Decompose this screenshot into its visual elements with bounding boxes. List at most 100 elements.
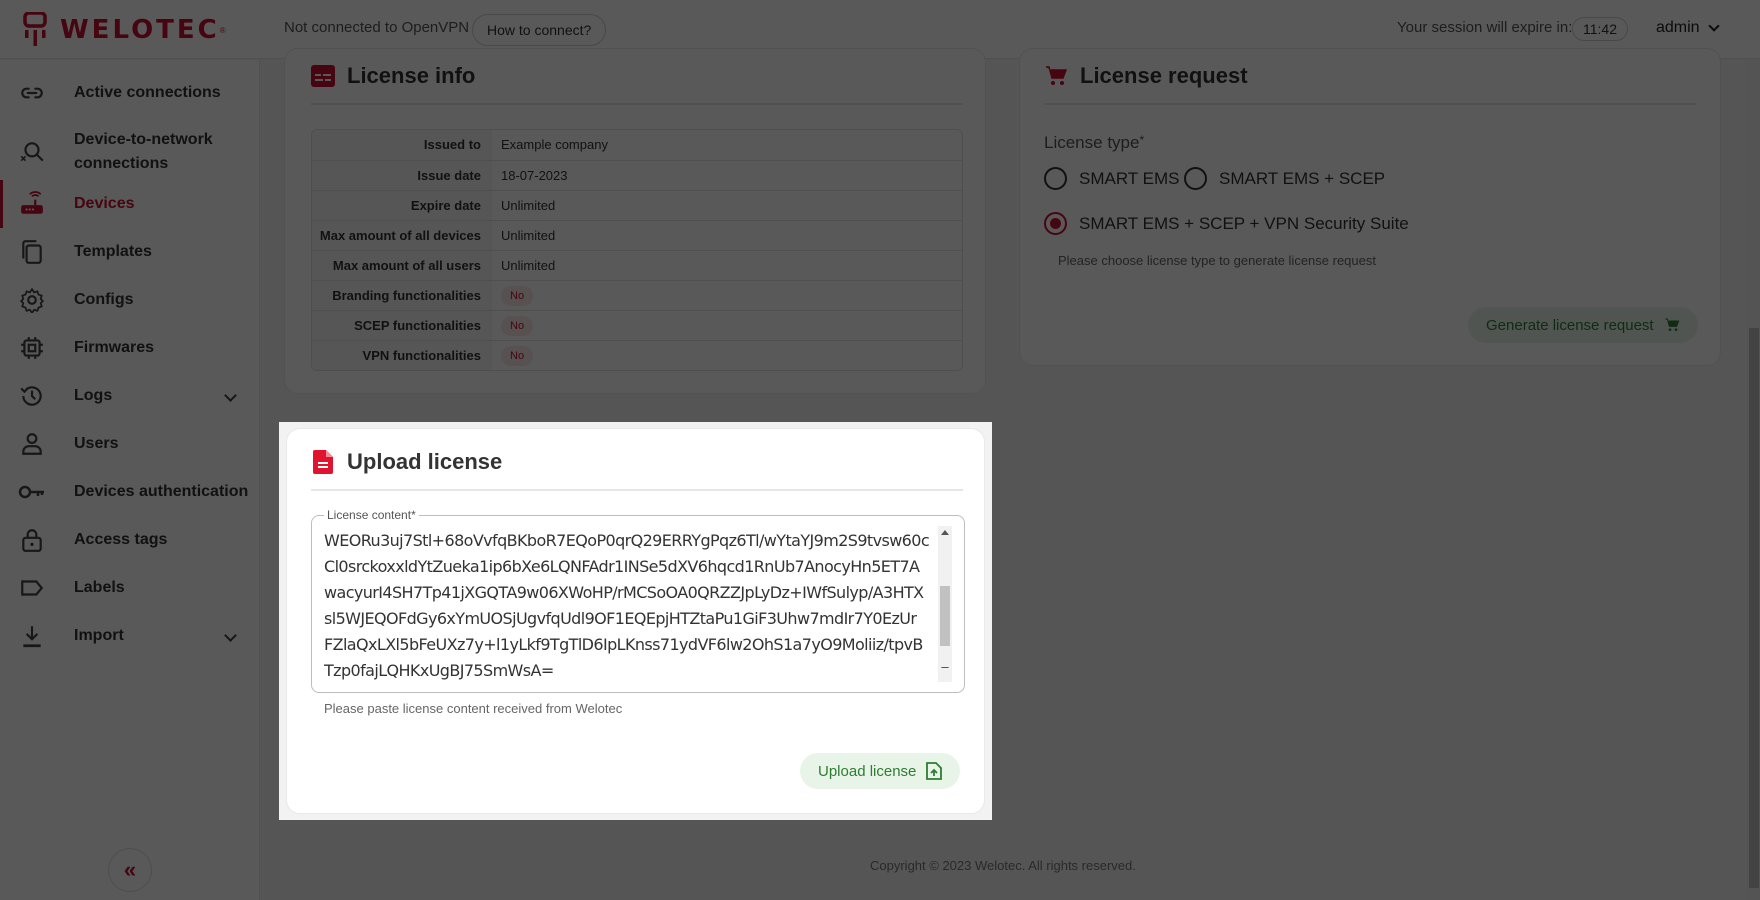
upload-license-button[interactable]: Upload license [800, 753, 961, 789]
upload-license-card: Upload license License content* WEORu3uj… [286, 428, 985, 814]
status-badge: No [501, 315, 534, 336]
sidebar-item-firmwares[interactable]: Firmwares [0, 324, 260, 372]
history-icon [18, 382, 46, 410]
radio-label: SMART EMS + SCEP [1219, 168, 1386, 188]
key-icon [18, 478, 46, 506]
gear-icon [18, 286, 46, 314]
generate-license-request-button[interactable]: Generate license request [1468, 307, 1698, 343]
sidebar-item-logs[interactable]: Logs [0, 372, 260, 420]
sidebar-item-labels[interactable]: Labels [0, 564, 260, 612]
chevron-down-icon [1707, 19, 1720, 32]
license-request-title: License request [1080, 63, 1248, 88]
user-menu[interactable]: admin [1656, 19, 1720, 37]
chevron-down-icon [224, 389, 237, 402]
registered-mark: ® [219, 25, 226, 35]
table-row: Max amount of all users Unlimited [312, 250, 962, 280]
sidebar-item-devices[interactable]: Devices [0, 180, 260, 228]
file-icon [311, 450, 335, 474]
row-value: 18-07-2023 [501, 167, 568, 183]
sidebar-item-devices-authentication[interactable]: Devices authentication [0, 468, 260, 516]
sidebar-item-label: Logs [74, 387, 113, 404]
how-to-connect-button[interactable]: How to connect? [472, 14, 607, 46]
resize-handle[interactable] [938, 668, 952, 682]
row-value: Example company [501, 137, 608, 152]
row-key: Issued to [312, 130, 492, 160]
license-request-heading: License request [1044, 63, 1248, 89]
upload-license-heading: Upload license [311, 449, 502, 475]
radio-circle[interactable] [1044, 167, 1067, 190]
sidebar-item-device-to-network[interactable]: Device-to-network connections [0, 120, 260, 184]
sidebar-item-import[interactable]: Import [0, 612, 260, 660]
table-row: Max amount of all devices Unlimited [312, 220, 962, 250]
radio-circle[interactable] [1184, 167, 1207, 190]
download-icon [18, 622, 46, 650]
textarea-scrollbar[interactable] [938, 526, 952, 676]
required-mark: * [1139, 133, 1145, 147]
sidebar-item-label: Labels [74, 579, 125, 596]
collapse-sidebar-button[interactable]: « [108, 848, 152, 892]
radio-smart-ems-scep[interactable]: SMART EMS + SCEP [1184, 167, 1385, 190]
button-label: Generate license request [1486, 316, 1654, 334]
sidebar: Active connections Device-to-network con… [0, 60, 260, 900]
sidebar-item-active-connections[interactable]: Active connections [0, 69, 260, 117]
field-label: License content* [324, 508, 419, 522]
scroll-up-icon[interactable] [941, 530, 949, 535]
sidebar-item-users[interactable]: Users [0, 420, 260, 468]
copy-icon [18, 238, 46, 266]
chip-icon [18, 334, 46, 362]
divider [1044, 103, 1696, 105]
network-search-icon [18, 138, 46, 166]
cart-icon [1044, 64, 1068, 88]
table-row: VPN functionalities No [312, 340, 962, 370]
license-card-icon [311, 64, 335, 88]
row-key: Expire date [312, 191, 492, 220]
license-info-heading: License info [311, 63, 475, 89]
row-key: Max amount of all devices [312, 221, 492, 250]
table-row: Issue date 18-07-2023 [312, 160, 962, 190]
file-upload-icon [926, 762, 943, 780]
sidebar-item-label: Import [74, 627, 124, 644]
double-chevron-left-icon: « [123, 857, 137, 882]
radio-smart-ems-scep-vpn[interactable]: SMART EMS + SCEP + VPN Security Suite [1044, 212, 1409, 235]
row-key: Issue date [312, 161, 492, 190]
radio-label: SMART EMS + SCEP + VPN Security Suite [1079, 213, 1409, 233]
upload-license-title: Upload license [347, 449, 503, 474]
page-scrollbar[interactable] [1746, 60, 1760, 900]
license-info-table: Issued to Example company Issue date 18-07… [311, 129, 963, 371]
welotec-logo[interactable]: WELOTEC ® [22, 12, 226, 48]
radio-smart-ems[interactable]: SMART EMS [1044, 167, 1179, 190]
status-badge: No [501, 345, 534, 366]
row-value: No [492, 281, 962, 310]
scrollbar-thumb[interactable] [1749, 328, 1759, 888]
row-key: SCEP functionalities [312, 311, 492, 340]
field-label-text: License content [327, 508, 412, 522]
user-name: admin [1656, 19, 1700, 36]
table-row: Expire date Unlimited [312, 190, 962, 220]
row-key: VPN functionalities [312, 341, 492, 370]
status-badge: No [501, 285, 534, 306]
table-row: Branding functionalities No [312, 280, 962, 310]
sidebar-item-label: Templates [74, 243, 152, 260]
divider [311, 103, 963, 105]
sidebar-item-label: Configs [74, 291, 134, 308]
license-request-card: License request License type* SMART EMS … [1019, 48, 1721, 366]
row-key: Branding functionalities [312, 281, 492, 310]
sidebar-item-label: Device-to-network connections [74, 131, 213, 172]
sidebar-item-templates[interactable]: Templates [0, 228, 260, 276]
required-mark: * [411, 508, 416, 522]
radio-circle-selected[interactable] [1044, 212, 1067, 235]
sidebar-item-label: Firmwares [74, 339, 155, 356]
lock-icon [18, 526, 46, 554]
chevron-down-icon [224, 629, 237, 642]
row-value: Unlimited [501, 227, 556, 243]
license-content-field[interactable]: License content* WEORu3uj7Stl+68oVvfqBKb… [311, 508, 965, 693]
divider [311, 489, 963, 491]
user-icon [18, 430, 46, 458]
sidebar-item-configs[interactable]: Configs [0, 276, 260, 324]
welotec-logo-icon [23, 12, 47, 46]
label-icon [18, 574, 46, 602]
license-content-textarea[interactable]: WEORu3uj7Stl+68oVvfqBKboR7EQoP0qrQ29ERRY… [324, 528, 934, 684]
scrollbar-thumb[interactable] [940, 586, 950, 646]
sidebar-item-access-tags[interactable]: Access tags [0, 516, 260, 564]
row-value: Unlimited [501, 257, 556, 273]
